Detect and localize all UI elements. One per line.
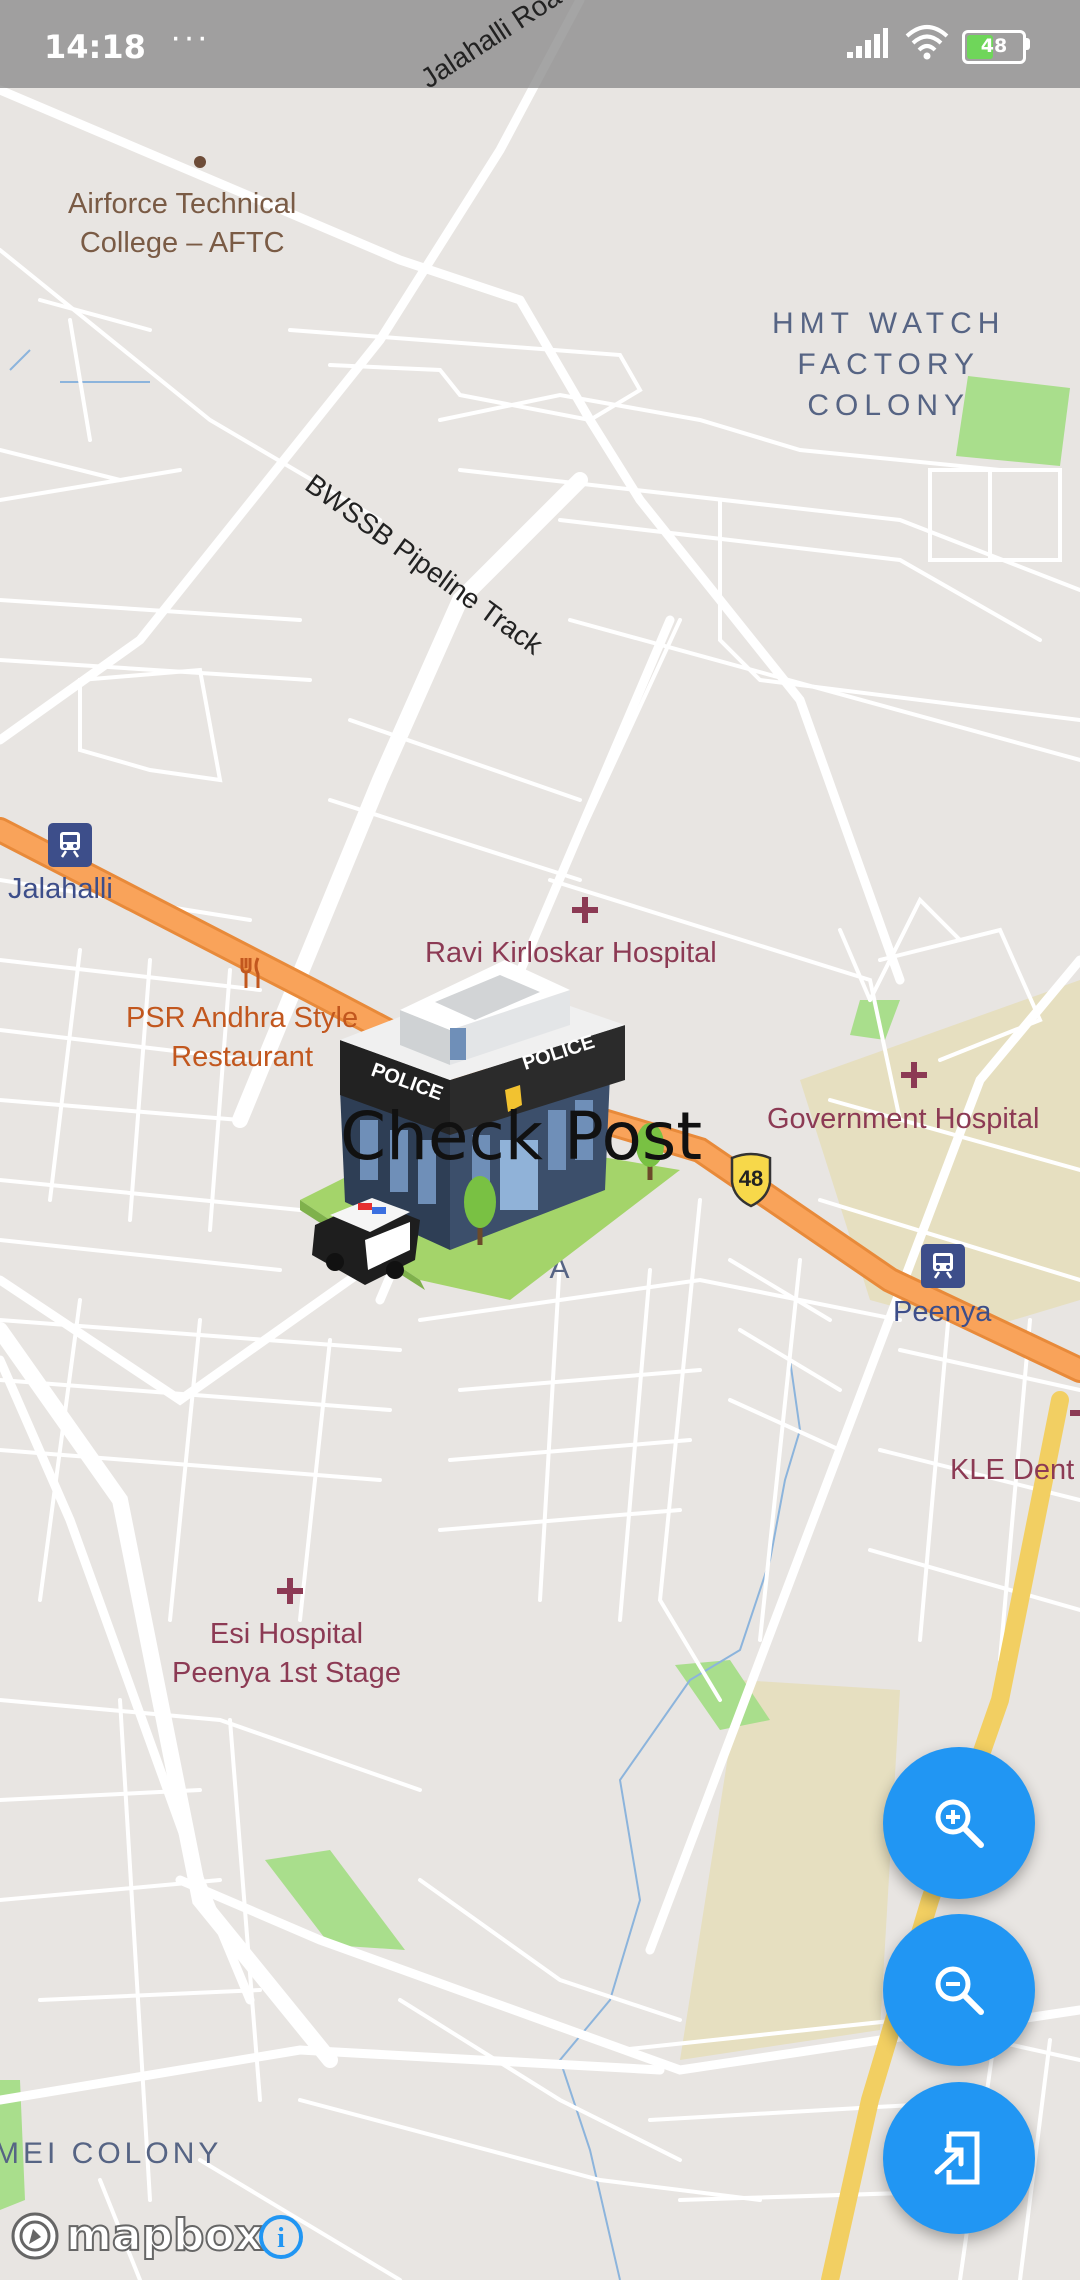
open-in-new-icon	[934, 2131, 980, 2185]
station-label-peenya[interactable]: Peenya	[893, 1296, 991, 1329]
zoom-out-button[interactable]	[883, 1914, 1035, 2066]
check-post-label[interactable]: Check Post	[340, 1098, 702, 1175]
highway-shield: 48	[728, 1152, 774, 1208]
recenter-button[interactable]	[883, 2082, 1035, 2234]
poi-label-aftc-line1: Airforce Technical	[68, 188, 297, 220]
battery-icon: 48	[962, 30, 1026, 64]
mapbox-compass-icon	[11, 2212, 59, 2259]
battery-level: 48	[980, 35, 1008, 57]
restaurant-icon	[240, 957, 260, 988]
zoom-out-icon	[935, 1966, 984, 2015]
mapbox-logo[interactable]: mapbox	[10, 2209, 264, 2262]
info-glyph: i	[277, 2223, 285, 2254]
signal-icon	[847, 28, 888, 58]
poi-label-esi-line1: Esi Hospital	[209, 1618, 364, 1650]
highway-shield-number: 48	[738, 1166, 764, 1191]
zoom-in-button[interactable]	[883, 1747, 1035, 1899]
area-label-hmt: HMT WATCH FACTORY COLONY	[772, 303, 1005, 426]
poi-label-esi-hospital[interactable]: Esi Hospital Peenya 1st Stage	[172, 1615, 401, 1693]
poi-label-government-hospital[interactable]: Government Hospital	[767, 1100, 1039, 1139]
poi-label-esi-line2: Peenya 1st Stage	[172, 1657, 401, 1689]
area-label-mei-colony: MEI COLONY	[0, 2137, 223, 2170]
poi-label-kle[interactable]: KLE Dent	[950, 1451, 1074, 1490]
wifi-icon	[905, 25, 949, 60]
status-time: 14:18	[44, 28, 146, 66]
poi-label-aftc[interactable]: Airforce Technical College – AFTC	[68, 185, 296, 263]
info-icon[interactable]: i	[258, 2214, 304, 2260]
train-station-icon[interactable]	[48, 823, 92, 867]
notification-overflow-icon: ···	[170, 18, 210, 56]
area-label-hmt-line1: HMT WATCH	[772, 307, 1006, 340]
mapbox-logo-text: mapbox	[65, 2209, 264, 2262]
station-label-jalahalli[interactable]: Jalahalli	[8, 873, 113, 906]
zoom-in-icon	[935, 1799, 984, 1848]
area-label-hmt-line2: FACTORY	[797, 348, 981, 381]
train-station-icon[interactable]	[921, 1244, 965, 1288]
area-label-hmt-line3: COLONY	[807, 389, 971, 422]
battery-tip	[1025, 38, 1030, 50]
poi-label-aftc-line2: College – AFTC	[79, 227, 285, 259]
